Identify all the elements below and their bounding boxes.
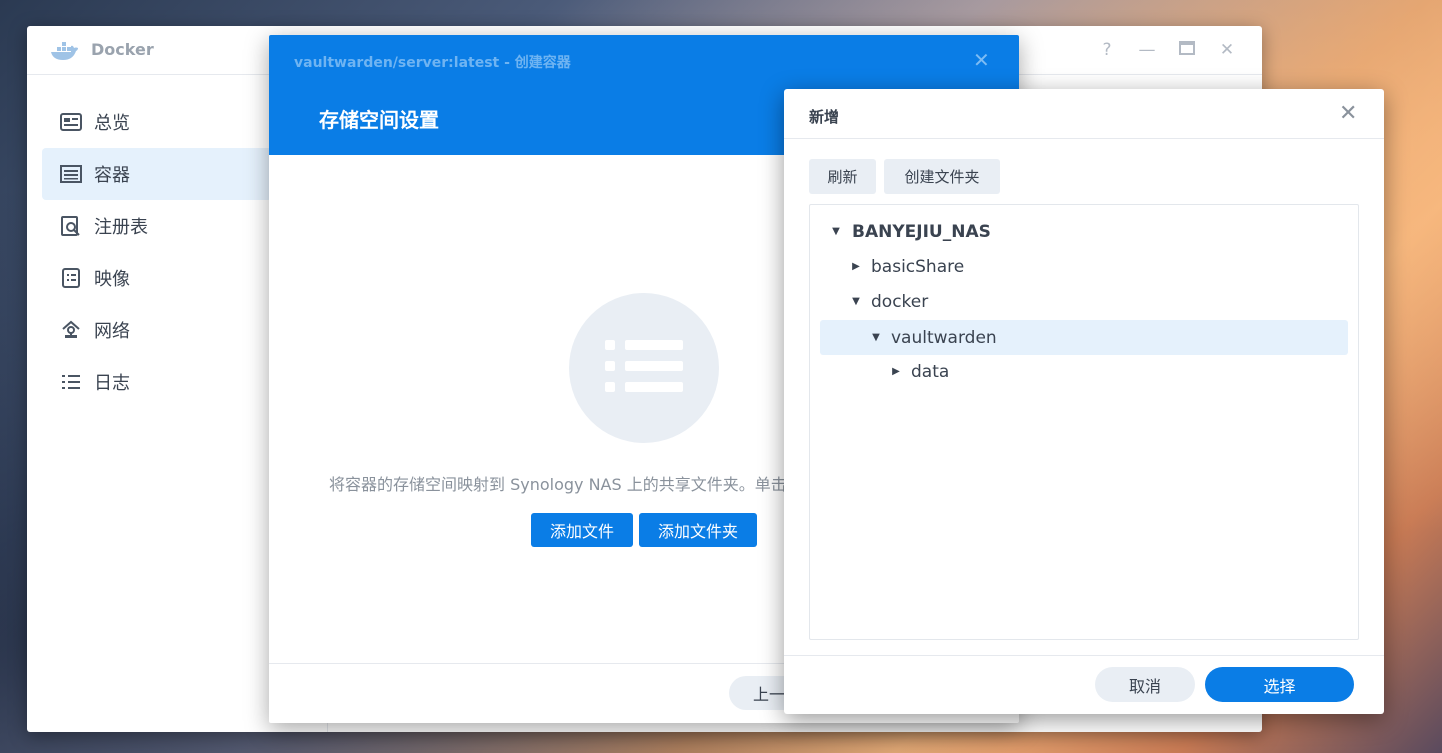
tree-node-label: data bbox=[911, 361, 950, 382]
sidebar-item-overview[interactable]: 总览 bbox=[42, 96, 272, 148]
sidebar-item-label: 总览 bbox=[94, 113, 130, 134]
help-icon[interactable]: ? bbox=[1097, 40, 1117, 60]
docker-logo-icon bbox=[51, 42, 78, 60]
sidebar-item-label: 容器 bbox=[94, 165, 130, 186]
minimize-icon[interactable]: — bbox=[1137, 40, 1157, 60]
wizard-title: 存储空间设置 bbox=[319, 108, 439, 132]
tree-node-basicshare[interactable]: ▶ basicShare bbox=[846, 249, 1346, 284]
registry-icon bbox=[60, 215, 82, 237]
tree-node-label: BANYEJIU_NAS bbox=[852, 221, 991, 242]
caret-down-icon[interactable]: ▼ bbox=[866, 332, 886, 343]
cancel-button[interactable]: 取消 bbox=[1095, 667, 1195, 702]
folder-tree: ▼ BANYEJIU_NAS ▶ basicShare ▼ docker ▼ v… bbox=[809, 204, 1359, 640]
tree-node-label: basicShare bbox=[871, 256, 965, 277]
sidebar-item-log[interactable]: 日志 bbox=[42, 356, 272, 408]
add-folder-button[interactable]: 添加文件夹 bbox=[639, 513, 757, 547]
overview-icon bbox=[60, 111, 82, 133]
refresh-button[interactable]: 刷新 bbox=[809, 159, 876, 194]
sidebar-item-label: 网络 bbox=[94, 321, 130, 342]
tree-node-vaultwarden[interactable]: ▼ vaultwarden bbox=[820, 320, 1348, 355]
caret-right-icon[interactable]: ▶ bbox=[846, 261, 866, 272]
divider bbox=[784, 655, 1384, 656]
select-button[interactable]: 选择 bbox=[1205, 667, 1354, 702]
maximize-icon[interactable] bbox=[1177, 40, 1197, 60]
sidebar-item-label: 映像 bbox=[94, 269, 130, 290]
caret-right-icon[interactable]: ▶ bbox=[886, 366, 906, 377]
add-file-button[interactable]: 添加文件 bbox=[531, 513, 633, 547]
create-folder-button[interactable]: 创建文件夹 bbox=[884, 159, 1000, 194]
sidebar-item-image[interactable]: 映像 bbox=[42, 252, 272, 304]
image-icon bbox=[60, 267, 82, 289]
tree-node-docker[interactable]: ▼ docker bbox=[846, 284, 1346, 319]
caret-down-icon[interactable]: ▼ bbox=[846, 296, 866, 307]
folder-picker-dialog: 新增 ✕ 刷新 创建文件夹 ▼ BANYEJIU_NAS ▶ basicShar… bbox=[784, 89, 1384, 714]
close-icon[interactable]: ✕ bbox=[973, 48, 990, 72]
sidebar-item-label: 注册表 bbox=[94, 217, 148, 238]
sidebar-item-label: 日志 bbox=[94, 373, 130, 394]
sidebar-item-registry[interactable]: 注册表 bbox=[42, 200, 272, 252]
wizard-subtitle: vaultwarden/server:latest - 创建容器 bbox=[294, 55, 571, 71]
network-icon bbox=[60, 319, 82, 341]
close-icon[interactable]: ✕ bbox=[1217, 40, 1237, 60]
log-icon bbox=[60, 371, 82, 393]
list-icon bbox=[605, 340, 683, 392]
container-icon bbox=[60, 163, 82, 185]
caret-down-icon[interactable]: ▼ bbox=[826, 226, 846, 237]
sidebar-item-container[interactable]: 容器 bbox=[42, 148, 272, 200]
empty-list-illustration bbox=[569, 293, 719, 443]
divider bbox=[784, 138, 1384, 139]
tree-node-label: docker bbox=[871, 291, 929, 312]
dialog-title: 新增 bbox=[809, 108, 840, 126]
sidebar-item-network[interactable]: 网络 bbox=[42, 304, 272, 356]
close-icon[interactable]: ✕ bbox=[1339, 101, 1357, 126]
app-title: Docker bbox=[91, 40, 154, 59]
storage-description: 将容器的存储空间映射到 Synology NAS 上的共享文件夹。单击 bbox=[329, 475, 787, 494]
tree-node-banyejiu-nas[interactable]: ▼ BANYEJIU_NAS bbox=[826, 214, 1346, 249]
tree-node-data[interactable]: ▶ data bbox=[886, 354, 1346, 389]
tree-node-label: vaultwarden bbox=[891, 327, 997, 348]
